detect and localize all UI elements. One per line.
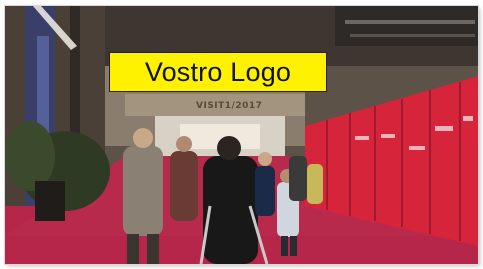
exhibition-hall-photo [5,6,478,264]
image-preview-frame: VISIT1/2017 Vostro Logo [5,6,478,264]
venue-sign-text: VISIT1/2017 [196,101,263,111]
logo-text: Vostro Logo [144,56,292,87]
logo-placeholder-banner: Vostro Logo [109,52,327,92]
